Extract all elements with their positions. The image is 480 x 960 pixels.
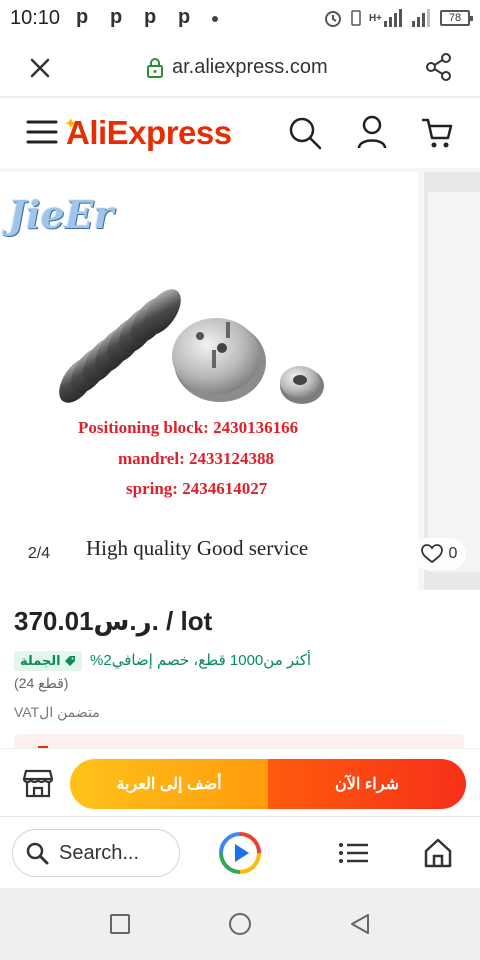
store-icon[interactable] xyxy=(22,767,54,799)
purchase-action-bar: أضف إلى العربة شراء الآن xyxy=(0,748,480,816)
browser-search-input[interactable]: Search... xyxy=(12,829,180,877)
notification-icon: p xyxy=(76,6,89,28)
url-text: ar.aliexpress.com xyxy=(172,56,328,78)
add-to-cart-button[interactable]: أضف إلى العربة xyxy=(70,759,268,809)
spec-line: mandrel: 2433124388 xyxy=(118,449,274,468)
image-pager: 2/4 xyxy=(16,538,62,570)
cart-icon[interactable] xyxy=(420,116,454,150)
status-indicators: H+ 78 xyxy=(323,6,473,30)
notification-icon: p xyxy=(178,6,191,28)
back-triangle-icon[interactable] xyxy=(348,912,372,936)
product-parts-illustration xyxy=(59,289,324,404)
wishlist-count: 0 xyxy=(448,545,458,562)
next-image-preview-inner xyxy=(428,192,480,572)
search-placeholder: Search... xyxy=(59,841,140,864)
bulk-discount-text: %أكثر من1000 قطع، خصم إضافي2 xyxy=(90,652,312,669)
status-time: 10:10 xyxy=(10,7,61,29)
buy-now-button[interactable]: شراء الآن xyxy=(268,759,466,809)
spec-line: spring: 2434614027 xyxy=(126,479,268,498)
positioning-block-icon xyxy=(172,318,266,402)
home-circle-icon[interactable] xyxy=(229,913,251,935)
android-navigation-bar xyxy=(0,888,480,960)
alarm-icon xyxy=(324,11,341,27)
recent-apps-icon[interactable] xyxy=(110,914,130,934)
signal-icon-2 xyxy=(412,9,430,27)
mandrel-icon xyxy=(280,366,324,404)
browser-bottom-bar: Search... xyxy=(0,816,480,888)
status-bar: 10:10 p p p p H+ 78 xyxy=(0,0,480,36)
spring-icon xyxy=(59,289,181,403)
product-image-gallery[interactable]: JieEr Positioning block: 2430136166 mand… xyxy=(0,168,480,590)
product-price: 370.01ر.س. / lot xyxy=(14,606,213,636)
more-notifications-dot-icon xyxy=(212,16,218,22)
assistant-play-icon[interactable] xyxy=(218,831,262,875)
menu-icon[interactable] xyxy=(26,118,58,146)
user-icon[interactable] xyxy=(356,114,388,150)
battery-icon: 78 xyxy=(440,10,473,26)
spec-line: Positioning block: 2430136166 xyxy=(78,418,299,437)
search-icon[interactable] xyxy=(288,116,322,150)
vibrate-icon xyxy=(351,10,361,26)
close-icon[interactable] xyxy=(26,54,54,82)
wishlist-button[interactable]: 0 xyxy=(412,538,466,570)
lock-icon xyxy=(147,57,163,78)
wholesale-badge: الجملة xyxy=(14,651,82,671)
tag-icon xyxy=(64,656,75,666)
site-header: ✦ AliExpress xyxy=(0,100,480,168)
signal-icon xyxy=(384,9,402,27)
browser-url-bar: ar.aliexpress.com xyxy=(0,36,480,98)
wholesale-badge-label: الجملة xyxy=(20,653,61,668)
price-section: 370.01ر.س. / lot الجملة %أكثر من1000 قطع… xyxy=(0,590,480,750)
heart-icon xyxy=(420,544,443,564)
network-type: H+ xyxy=(368,12,382,24)
list-icon[interactable] xyxy=(338,841,370,865)
vat-note: VATمتضمن ال xyxy=(14,704,100,720)
notification-icon: p xyxy=(110,6,123,28)
minimum-quantity: (قطع 24) xyxy=(14,675,69,691)
product-tagline: High quality Good service xyxy=(86,536,309,560)
search-icon xyxy=(26,842,49,865)
product-image[interactable]: JieEr Positioning block: 2430136166 mand… xyxy=(0,172,418,590)
url-display[interactable]: ar.aliexpress.com xyxy=(146,56,328,79)
share-icon[interactable] xyxy=(424,52,454,82)
home-icon[interactable] xyxy=(422,837,454,869)
brand-watermark: JieEr xyxy=(8,192,114,237)
notification-icon: p xyxy=(144,6,157,28)
aliexpress-logo[interactable]: AliExpress xyxy=(66,114,232,152)
